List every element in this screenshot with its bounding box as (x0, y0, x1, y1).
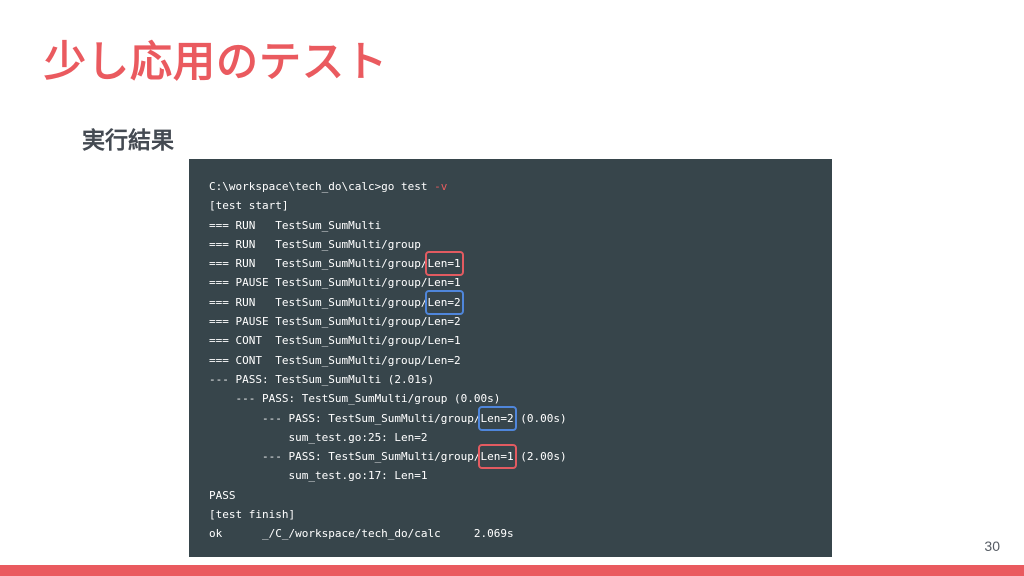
terminal-line: === RUN TestSum_SumMulti/group/Len=1 (209, 251, 832, 277)
line-text: (2.00s) (513, 450, 567, 464)
line-text: (0.00s) (513, 411, 567, 425)
terminal-line: --- PASS: TestSum_SumMulti/group/Len=2 (… (209, 405, 832, 432)
highlight-len-2: Len=2 (424, 289, 464, 316)
prompt-command: C:\workspace\tech_do\calc>go test (209, 180, 435, 193)
slide: 少し応用のテスト 実行結果 C:\workspace\tech_do\calc>… (0, 0, 1024, 576)
terminal-line: sum_test.go:25: Len=2 (209, 430, 428, 444)
highlight-len-1: Len=1 (477, 444, 517, 470)
slide-title: 少し応用のテスト (44, 37, 389, 86)
terminal-line: === CONT TestSum_SumMulti/group/Len=1 (209, 334, 461, 348)
line-text: --- PASS: TestSum_SumMulti/group (209, 411, 474, 425)
terminal-line: === PAUSE TestSum_SumMulti/group/Len=2 (209, 315, 461, 329)
line-text: --- PASS: TestSum_SumMulti/group (209, 450, 474, 464)
highlight-len-1: Len=1 (424, 251, 464, 277)
line-text: === RUN TestSum_SumMulti/group (209, 295, 421, 309)
highlight-len-2: Len=2 (477, 405, 517, 432)
terminal-line: --- PASS: TestSum_SumMulti/group/Len=1 (… (209, 444, 832, 470)
terminal-line: [test finish] (209, 508, 296, 522)
page-number: 30 (984, 538, 1000, 554)
terminal-line: === RUN TestSum_SumMulti (209, 218, 382, 232)
terminal-line: ok _/C_/workspace/tech_do/calc 2.069s (209, 527, 514, 541)
terminal-line: --- PASS: TestSum_SumMulti (2.01s) (209, 372, 435, 386)
terminal-line: C:\workspace\tech_do\calc>go test -v (209, 177, 832, 196)
terminal-line: PASS (209, 488, 236, 502)
terminal-line: [test start] (209, 199, 289, 213)
terminal-line: === PAUSE TestSum_SumMulti/group/Len=1 (209, 276, 461, 290)
terminal-line: === RUN TestSum_SumMulti/group (209, 237, 421, 251)
terminal-line: === RUN TestSum_SumMulti/group/Len=2 (209, 289, 832, 316)
line-text: === RUN TestSum_SumMulti/group (209, 257, 421, 271)
prompt-flag: -v (434, 180, 448, 193)
terminal-line: === CONT TestSum_SumMulti/group/Len=2 (209, 353, 461, 367)
bottom-accent-bar (0, 565, 1024, 576)
terminal-line: --- PASS: TestSum_SumMulti/group (0.00s) (209, 392, 501, 406)
terminal-output: C:\workspace\tech_do\calc>go test -v [te… (189, 159, 832, 557)
terminal-line: sum_test.go:17: Len=1 (209, 469, 428, 483)
slide-subtitle: 実行結果 (82, 128, 174, 154)
